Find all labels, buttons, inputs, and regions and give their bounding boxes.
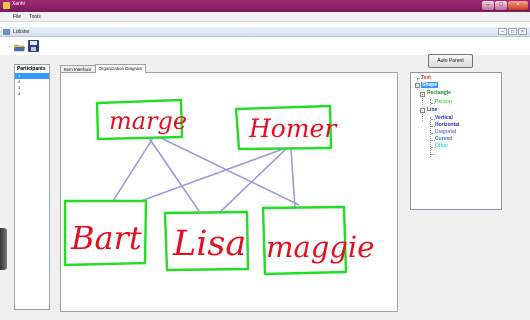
tree-line bbox=[422, 93, 423, 121]
window-title: Xanhi bbox=[12, 1, 25, 7]
participants-list: Participants 1 2 3 4 bbox=[14, 64, 50, 310]
auto-parent-button[interactable]: Auto Parent bbox=[428, 54, 473, 68]
label-marge: marge bbox=[109, 107, 187, 135]
child-minimize-button[interactable]: – bbox=[498, 28, 507, 35]
toolbar bbox=[0, 38, 530, 55]
label-homer: Homer bbox=[248, 114, 338, 143]
side-panel-grip[interactable] bbox=[0, 228, 7, 270]
tree-node-text[interactable]: Text bbox=[421, 75, 431, 81]
tree-node-shape[interactable]: Shape bbox=[421, 82, 439, 88]
diagram-canvas[interactable]: marge Homer Bart Lisa maggie bbox=[60, 72, 398, 312]
tree-line bbox=[430, 117, 431, 157]
tree-expander-line[interactable]: − bbox=[420, 108, 425, 113]
minimize-button[interactable]: – bbox=[482, 1, 494, 10]
tree-node-vertical[interactable]: Vertical bbox=[435, 115, 453, 121]
label-lisa: Lisa bbox=[172, 224, 246, 264]
tree-node-line[interactable]: Line bbox=[427, 107, 437, 113]
link-marge-lisa bbox=[148, 137, 200, 212]
tree-node-person[interactable]: Person bbox=[435, 99, 452, 105]
child-window-title-bar: Lobster – □ × bbox=[0, 27, 530, 37]
menu-bar: File Tools bbox=[0, 12, 530, 22]
child-restore-button[interactable]: □ bbox=[508, 28, 517, 35]
window-controls: – □ × bbox=[482, 1, 528, 10]
title-bar: Xanhi – □ × bbox=[0, 0, 530, 12]
link-homer-maggie bbox=[290, 148, 296, 209]
tree-expander-rectangle[interactable]: + bbox=[420, 92, 425, 97]
tree-node-rectangle[interactable]: Rectangle bbox=[427, 90, 451, 96]
label-maggie: maggie bbox=[266, 230, 374, 264]
diagram-drawing: marge Homer Bart Lisa maggie bbox=[63, 98, 374, 276]
app-icon bbox=[3, 2, 10, 9]
label-bart: Bart bbox=[70, 219, 142, 257]
shape-tree: − + − Text Shape Rectangle Person Line V… bbox=[410, 72, 502, 210]
participants-header: Participants bbox=[17, 66, 46, 72]
tree-line bbox=[430, 99, 431, 105]
tree-node-other[interactable]: Other bbox=[435, 143, 448, 149]
child-window-title: Lobster bbox=[13, 29, 30, 35]
tree-line bbox=[431, 154, 435, 155]
menu-file[interactable]: File bbox=[13, 12, 21, 21]
child-close-button[interactable]: × bbox=[518, 28, 527, 35]
link-homer-lisa bbox=[218, 148, 287, 214]
participant-row[interactable]: 4 bbox=[15, 91, 49, 97]
tree-expander-shape[interactable]: − bbox=[415, 83, 420, 88]
tree-node-horizontal[interactable]: Horizontal bbox=[435, 122, 459, 128]
open-folder-icon[interactable] bbox=[14, 42, 25, 52]
child-window-controls: – □ × bbox=[498, 28, 527, 35]
save-icon[interactable] bbox=[28, 40, 39, 52]
close-button[interactable]: × bbox=[508, 1, 528, 10]
tree-node-diagonal[interactable]: Diagonal bbox=[435, 129, 456, 135]
maximize-button[interactable]: □ bbox=[495, 1, 507, 10]
tab-organization-diagram[interactable]: Organization Diagram bbox=[94, 64, 147, 73]
menu-tools[interactable]: Tools bbox=[29, 12, 41, 21]
link-marge-bart bbox=[112, 137, 154, 202]
child-window-icon bbox=[3, 29, 10, 35]
tree-node-curved[interactable]: Curved bbox=[435, 136, 452, 142]
